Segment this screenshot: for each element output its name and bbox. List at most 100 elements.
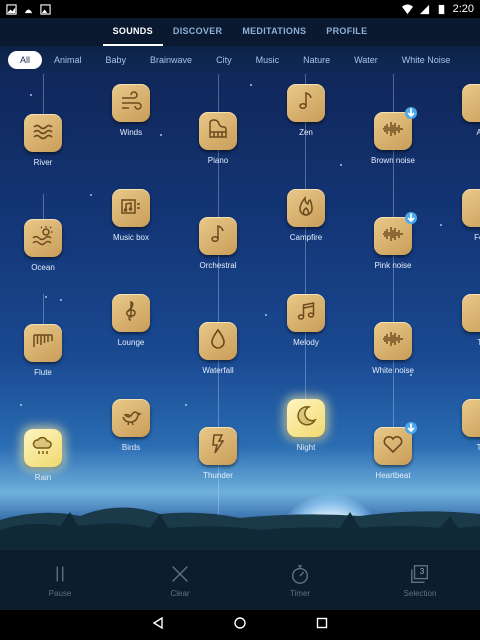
sound-tile-partial-2[interactable]: Fou: [451, 189, 480, 242]
sound-tile-music-box[interactable]: Music box: [101, 189, 161, 242]
music-note-icon: [294, 89, 318, 118]
sound-tile-winds[interactable]: Winds: [101, 84, 161, 137]
pause-icon: [25, 563, 95, 585]
tile-box: [199, 217, 237, 255]
sound-tile-waterfall[interactable]: Waterfall: [188, 322, 248, 375]
sound-tile-piano[interactable]: Piano: [188, 112, 248, 165]
sound-tile-orchestral[interactable]: Orchestral: [188, 217, 248, 270]
tab-meditations[interactable]: MEDITATIONS: [232, 18, 316, 46]
tab-profile[interactable]: PROFILE: [316, 18, 377, 46]
sound-label: Winds: [119, 128, 143, 137]
tab-discover[interactable]: DISCOVER: [163, 18, 232, 46]
tile-box: [287, 399, 325, 437]
tile-box: [199, 112, 237, 150]
sound-label: Zen: [299, 128, 313, 137]
download-icon[interactable]: [405, 212, 417, 224]
sound-label: Brown noise: [370, 156, 416, 165]
sound-tile-partial-1[interactable]: As: [451, 84, 480, 137]
tile-box: [112, 294, 150, 332]
playback-controls: Pause Clear Timer 3 Selection: [0, 550, 480, 610]
sound-tile-zen[interactable]: Zen: [276, 84, 336, 137]
bird-icon: [119, 404, 143, 433]
sound-label: Rain: [34, 473, 52, 482]
download-icon[interactable]: [405, 107, 417, 119]
timer-button[interactable]: Timer: [265, 563, 335, 598]
chip-baby[interactable]: Baby: [94, 51, 139, 69]
sound-label: Thunder: [203, 471, 233, 480]
tile-box: [462, 294, 480, 332]
download-icon[interactable]: [405, 422, 417, 434]
moon-icon: [294, 404, 318, 433]
sound-label: Melody: [293, 338, 319, 347]
recents-icon[interactable]: [315, 616, 329, 635]
sounds-grid: River Ocean Flute Rain Winds Music box L…: [0, 74, 480, 550]
pause-button[interactable]: Pause: [25, 563, 95, 598]
sound-tile-pink-noise[interactable]: Pink noise: [363, 212, 423, 270]
tile-box: [287, 84, 325, 122]
clear-label: Clear: [170, 588, 190, 598]
signal-icon: [419, 4, 430, 15]
tile-box: [462, 84, 480, 122]
sound-label: Orchestral: [199, 261, 237, 270]
chip-brainwave[interactable]: Brainwave: [138, 51, 204, 69]
chip-white-noise[interactable]: White Noise: [390, 51, 463, 69]
sound-tile-white-noise[interactable]: White noise: [363, 322, 423, 375]
tile-box: [24, 114, 62, 152]
grass-silhouette: [0, 507, 480, 550]
wifi-icon: [401, 3, 413, 15]
selection-label: Selection: [403, 588, 437, 598]
tile-box: [24, 429, 62, 467]
sound-tile-river[interactable]: River: [13, 114, 73, 167]
sound-label: Tr: [477, 338, 480, 347]
sound-wave-icon: [381, 117, 405, 146]
sound-label: Flute: [34, 368, 52, 377]
chip-water[interactable]: Water: [342, 51, 390, 69]
sound-tile-birds[interactable]: Birds: [101, 399, 161, 452]
tile-box: [112, 189, 150, 227]
sound-tile-night[interactable]: Night: [276, 399, 336, 452]
sound-label: Campfire: [289, 233, 323, 242]
tile-box: [374, 212, 417, 255]
chip-city[interactable]: City: [204, 51, 244, 69]
sound-tile-flute[interactable]: Flute: [13, 324, 73, 377]
tile-box: [287, 189, 325, 227]
sound-label: As: [476, 128, 480, 137]
sound-tile-rain[interactable]: Rain: [13, 429, 73, 482]
lightning-icon: [206, 432, 230, 461]
chip-all[interactable]: All: [8, 51, 43, 69]
tile-box: [462, 189, 480, 227]
water-drop-icon: [206, 327, 230, 356]
sound-tile-melody[interactable]: Melody: [276, 294, 336, 347]
home-icon[interactable]: [233, 616, 247, 635]
star: [265, 314, 267, 316]
stopwatch-icon: [265, 563, 335, 585]
sound-tile-lounge[interactable]: Lounge: [101, 294, 161, 347]
tile-box: [24, 219, 62, 257]
sound-tile-brown-noise[interactable]: Brown noise: [363, 107, 423, 165]
music-note-icon: [206, 222, 230, 251]
tile-box: [462, 399, 480, 437]
system-nav-bar: [0, 610, 480, 640]
back-icon[interactable]: [151, 616, 165, 635]
sound-tile-campfire[interactable]: Campfire: [276, 189, 336, 242]
sound-label: Ocean: [31, 263, 55, 272]
tab-sounds[interactable]: SOUNDS: [102, 18, 164, 46]
tile-box: [112, 84, 150, 122]
chip-nature[interactable]: Nature: [291, 51, 342, 69]
chip-music[interactable]: Music: [244, 51, 292, 69]
wind-icon: [119, 89, 143, 118]
selection-button[interactable]: 3 Selection: [385, 563, 455, 598]
star: [440, 224, 442, 226]
sound-tile-partial-3[interactable]: Tr: [451, 294, 480, 347]
pause-label: Pause: [48, 588, 72, 598]
android-notification-icon: [23, 4, 34, 15]
clear-button[interactable]: Clear: [145, 563, 215, 598]
chip-animal[interactable]: Animal: [42, 51, 94, 69]
sound-tile-thunder[interactable]: Thunder: [188, 427, 248, 480]
star: [20, 404, 22, 406]
sound-label: Night: [296, 443, 316, 452]
sound-tile-partial-4[interactable]: Tri: [451, 399, 480, 452]
sound-tile-ocean[interactable]: Ocean: [13, 219, 73, 272]
sound-tile-heartbeat[interactable]: Heartbeat: [363, 422, 423, 480]
sound-wave-icon: [381, 327, 405, 356]
